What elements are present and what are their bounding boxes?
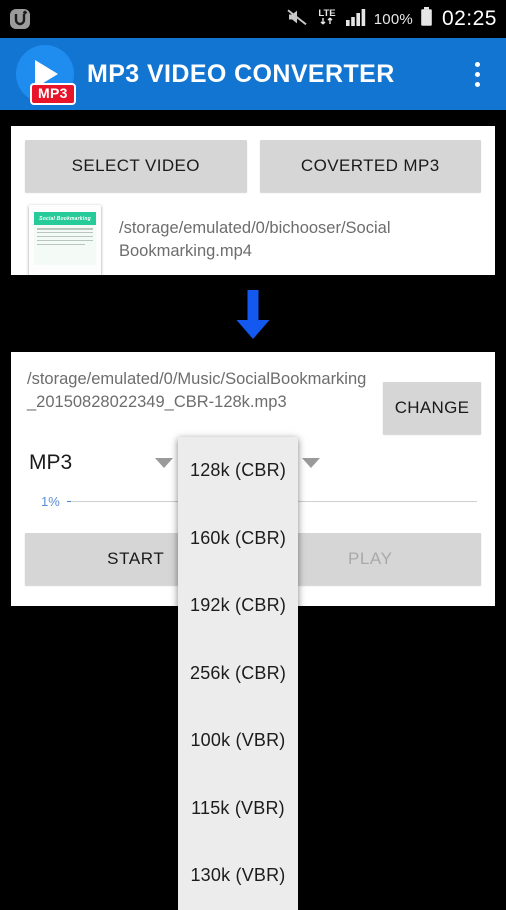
app-bar: MP3 MP3 VIDEO CONVERTER — [0, 38, 506, 110]
arrow-down-icon — [0, 288, 506, 348]
thumbnail-banner: Social Bookmarking — [34, 212, 96, 225]
page-title: MP3 VIDEO CONVERTER — [87, 59, 395, 88]
status-bar-right: LTE 100% 02:25 — [286, 6, 497, 33]
bitrate-option[interactable]: 256k (CBR) — [178, 640, 298, 708]
battery-full-icon — [420, 6, 433, 32]
status-bar: LTE 100% 02:25 — [0, 0, 506, 38]
app-logo: MP3 — [16, 45, 76, 105]
clock-label: 02:25 — [441, 7, 497, 30]
overflow-dot — [474, 81, 480, 87]
bitrate-dropdown-menu[interactable]: 128k (CBR) 160k (CBR) 192k (CBR) 256k (C… — [178, 437, 298, 910]
thumbnail-banner-label: Social Bookmarking — [39, 215, 91, 222]
thumbnail-text-line — [37, 228, 93, 230]
output-file-path: /storage/emulated/0/Music/SocialBookmark… — [27, 370, 367, 412]
status-bar-left — [9, 8, 31, 30]
bitrate-option[interactable]: 160k (CBR) — [178, 505, 298, 573]
mp3-badge: MP3 — [30, 83, 76, 105]
u-plus-app-icon — [9, 8, 31, 30]
thumbnail-text-line — [37, 231, 93, 234]
chevron-down-icon — [155, 458, 173, 468]
signal-bars-icon — [345, 8, 367, 31]
bitrate-option[interactable]: 100k (VBR) — [178, 707, 298, 775]
bitrate-option[interactable]: 130k (VBR) — [178, 842, 298, 910]
format-spinner[interactable]: MP3 — [29, 446, 184, 480]
change-output-button[interactable]: CHANGE — [383, 382, 481, 434]
overflow-dot — [474, 61, 480, 67]
thumbnail-text-line — [37, 235, 93, 238]
svg-text:LTE: LTE — [318, 8, 335, 19]
output-path-row: /storage/emulated/0/Music/SocialBookmark… — [11, 352, 495, 434]
select-video-button[interactable]: SELECT VIDEO — [25, 140, 247, 192]
bitrate-option[interactable]: 115k (VBR) — [178, 775, 298, 843]
source-buttons-row: SELECT VIDEO COVERTED MP3 — [11, 126, 495, 192]
thumbnail-body — [34, 225, 96, 265]
source-file-row[interactable]: Social Bookmarking /storage/emulated/0/b… — [11, 192, 495, 275]
thumbnail-text-line — [37, 239, 93, 242]
thumbnail-text-line — [37, 243, 86, 246]
overflow-dot — [474, 71, 480, 77]
format-spinner-value: MP3 — [29, 451, 73, 474]
progress-percent-label: 1% — [41, 494, 60, 509]
bitrate-option[interactable]: 192k (CBR) — [178, 572, 298, 640]
progress-bar-fill — [66, 501, 71, 502]
chevron-down-icon — [302, 458, 320, 468]
source-file-path: /storage/emulated/0/bichooser/Social Boo… — [119, 218, 391, 260]
source-video-card: SELECT VIDEO COVERTED MP3 Social Bookmar… — [11, 126, 495, 275]
overflow-menu-icon[interactable] — [464, 54, 490, 94]
mute-speaker-icon — [286, 8, 308, 31]
battery-percent-label: 100% — [373, 10, 413, 28]
video-thumbnail: Social Bookmarking — [29, 205, 101, 275]
bitrate-option[interactable]: 128k (CBR) — [178, 437, 298, 505]
lte-network-icon: LTE — [315, 6, 339, 33]
converted-mp3-button[interactable]: COVERTED MP3 — [259, 140, 481, 192]
